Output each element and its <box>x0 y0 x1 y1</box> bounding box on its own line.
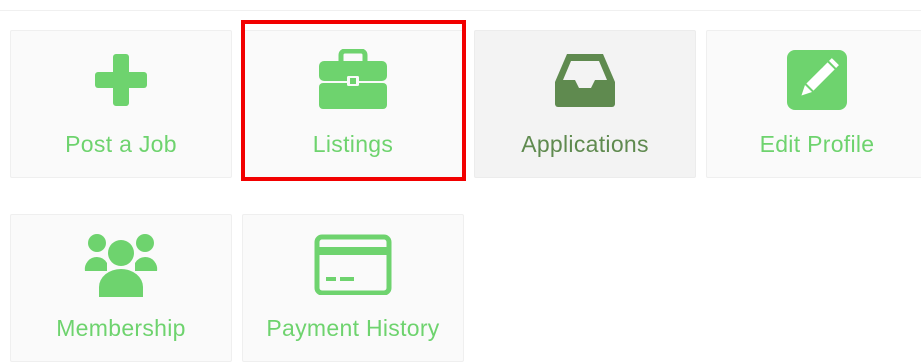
payment-history-label: Payment History <box>266 315 440 341</box>
inbox-tray-icon <box>545 47 625 113</box>
plus-icon <box>81 47 161 113</box>
top-divider <box>0 10 921 11</box>
post-a-job-label: Post a Job <box>65 131 177 157</box>
applications-tile[interactable]: Applications <box>474 30 696 178</box>
applications-label: Applications <box>521 131 649 157</box>
pencil-square-icon <box>777 47 857 113</box>
edit-profile-tile[interactable]: Edit Profile <box>706 30 921 178</box>
post-a-job-tile[interactable]: Post a Job <box>10 30 232 178</box>
credit-card-icon <box>313 231 393 297</box>
edit-profile-label: Edit Profile <box>759 131 875 157</box>
listings-label: Listings <box>312 131 394 157</box>
listings-tile[interactable]: Listings <box>242 30 464 178</box>
users-group-icon <box>81 231 161 297</box>
briefcase-icon <box>313 47 393 113</box>
membership-label: Membership <box>56 315 186 341</box>
membership-tile[interactable]: Membership <box>10 214 232 362</box>
payment-history-tile[interactable]: Payment History <box>242 214 464 362</box>
